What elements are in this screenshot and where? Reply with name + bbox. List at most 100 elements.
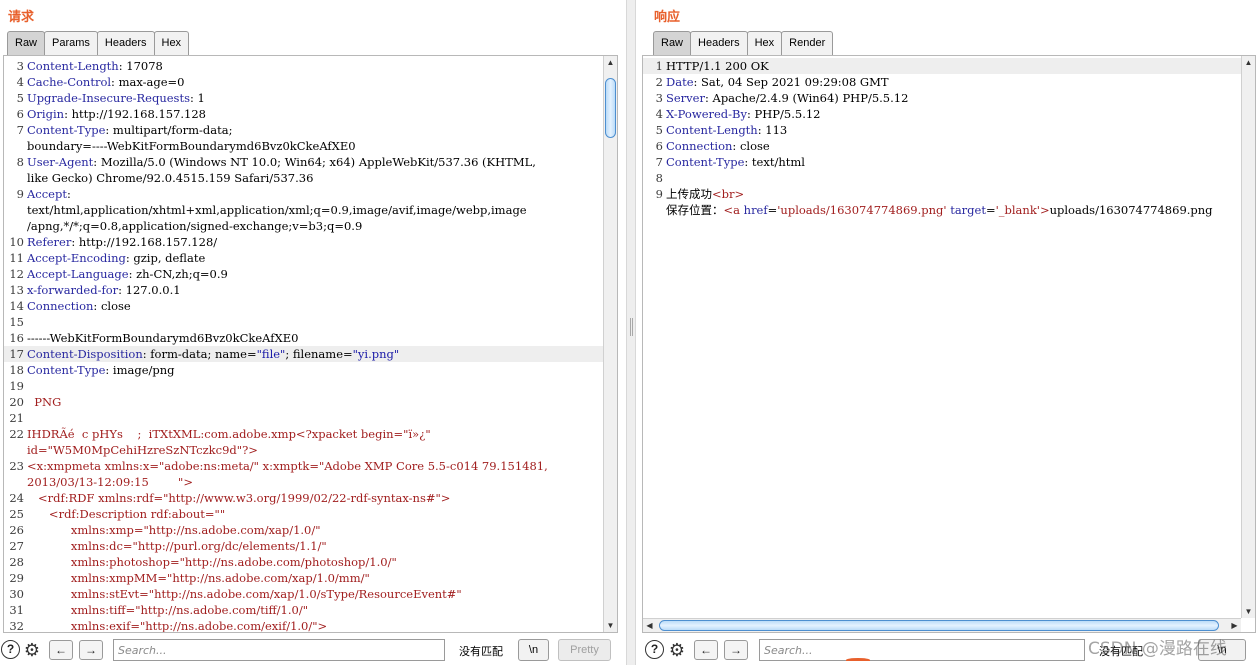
response-tab-raw[interactable]: Raw: [653, 31, 692, 55]
request-line[interactable]: 3 Content-Length: 17078: [4, 58, 603, 74]
request-line[interactable]: 32 xmlns:exif="http://ns.adobe.com/exif/…: [4, 618, 603, 632]
line-content[interactable]: Content-Length: 113: [666, 122, 1241, 138]
response-line[interactable]: 保存位置：<a href='uploads/163074774869.png' …: [643, 202, 1241, 218]
request-line[interactable]: 30 xmlns:stEvt="http://ns.adobe.com/xap/…: [4, 586, 603, 602]
line-content[interactable]: xmlns:dc="http://purl.org/dc/elements/1.…: [27, 538, 603, 554]
arrow-right-icon[interactable]: →: [79, 640, 103, 660]
line-content[interactable]: [27, 410, 603, 426]
help-icon[interactable]: ?: [1, 640, 20, 659]
response-tab-render[interactable]: Render: [781, 31, 834, 55]
scroll-up-icon[interactable]: ▲: [604, 56, 617, 69]
line-content[interactable]: 保存位置：<a href='uploads/163074774869.png' …: [666, 202, 1241, 218]
line-content[interactable]: xmlns:exif="http://ns.adobe.com/exif/1.0…: [27, 618, 603, 632]
line-content[interactable]: ------WebKitFormBoundarymd6Bvz0kCkeAfXE0: [27, 330, 603, 346]
line-content[interactable]: <rdf:RDF xmlns:rdf="http://www.w3.org/19…: [27, 490, 603, 506]
request-line[interactable]: id="W5M0MpCehiHzreSzNTczkc9d"?>: [4, 442, 603, 458]
line-content[interactable]: Server: Apache/2.4.9 (Win64) PHP/5.5.12: [666, 90, 1241, 106]
request-line[interactable]: 25 <rdf:Description rdf:about="": [4, 506, 603, 522]
request-line[interactable]: 5 Upgrade-Insecure-Requests: 1: [4, 90, 603, 106]
pretty-button[interactable]: Pretty: [558, 639, 611, 661]
response-line[interactable]: 1 HTTP/1.1 200 OK: [643, 58, 1241, 74]
request-line[interactable]: 10 Referer: http://192.168.157.128/: [4, 234, 603, 250]
request-line[interactable]: 8 User-Agent: Mozilla/5.0 (Windows NT 10.…: [4, 154, 603, 170]
line-content[interactable]: Content-Type: text/html: [666, 154, 1241, 170]
line-content[interactable]: <rdf:Description rdf:about="": [27, 506, 603, 522]
line-content[interactable]: Accept:: [27, 186, 603, 202]
line-content[interactable]: [27, 314, 603, 330]
response-hscroll-thumb[interactable]: [659, 620, 1219, 631]
request-line[interactable]: 6 Origin: http://192.168.157.128: [4, 106, 603, 122]
request-line[interactable]: 22 IHDRÃé c pHYs ; iTXtXML:com.adobe.xmp<…: [4, 426, 603, 442]
request-tab-hex[interactable]: Hex: [153, 31, 190, 55]
scroll-up-icon[interactable]: ▲: [1242, 56, 1255, 69]
request-line[interactable]: 7 Content-Type: multipart/form-data;: [4, 122, 603, 138]
line-content[interactable]: xmlns:tiff="http://ns.adobe.com/tiff/1.0…: [27, 602, 603, 618]
scroll-left-icon[interactable]: ◀: [643, 619, 656, 632]
request-line[interactable]: 27 xmlns:dc="http://purl.org/dc/elements…: [4, 538, 603, 554]
request-line[interactable]: 13 x-forwarded-for: 127.0.0.1: [4, 282, 603, 298]
request-line[interactable]: 18 Content-Type: image/png: [4, 362, 603, 378]
response-tab-hex[interactable]: Hex: [746, 31, 783, 55]
line-content[interactable]: Cache-Control: max-age=0: [27, 74, 603, 90]
request-line[interactable]: text/html,application/xhtml+xml,applicat…: [4, 202, 603, 218]
line-content[interactable]: /apng,*/*;q=0.8,application/signed-excha…: [27, 218, 603, 234]
response-line[interactable]: 5 Content-Length: 113: [643, 122, 1241, 138]
scroll-right-icon[interactable]: ▶: [1228, 619, 1241, 632]
pane-splitter[interactable]: [626, 0, 636, 665]
request-line[interactable]: boundary=----WebKitFormBoundarymd6Bvz0kC…: [4, 138, 603, 154]
line-content[interactable]: Connection: close: [27, 298, 603, 314]
response-line[interactable]: 2 Date: Sat, 04 Sep 2021 09:29:08 GMT: [643, 74, 1241, 90]
response-search-input[interactable]: [759, 639, 1085, 661]
line-content[interactable]: Content-Disposition: form-data; name="fi…: [27, 346, 603, 362]
request-line[interactable]: 19: [4, 378, 603, 394]
response-editor[interactable]: 1 HTTP/1.1 200 OK 2 Date: Sat, 04 Sep 2021 …: [642, 55, 1256, 633]
request-line[interactable]: 23 <x:xmpmeta xmlns:x="adobe:ns:meta/" x:…: [4, 458, 603, 474]
scroll-down-icon[interactable]: ▼: [1242, 605, 1255, 618]
request-line[interactable]: 31 xmlns:tiff="http://ns.adobe.com/tiff/…: [4, 602, 603, 618]
response-vertical-scrollbar[interactable]: ▲ ▼: [1241, 56, 1255, 618]
arrow-right-icon[interactable]: →: [724, 640, 748, 660]
line-content[interactable]: Date: Sat, 04 Sep 2021 09:29:08 GMT: [666, 74, 1241, 90]
request-line[interactable]: 14 Connection: close: [4, 298, 603, 314]
line-content[interactable]: User-Agent: Mozilla/5.0 (Windows NT 10.0…: [27, 154, 603, 170]
line-content[interactable]: Upgrade-Insecure-Requests: 1: [27, 90, 603, 106]
line-content[interactable]: like Gecko) Chrome/92.0.4515.159 Safari/…: [27, 170, 603, 186]
line-content[interactable]: [666, 170, 1241, 186]
help-icon[interactable]: ?: [645, 640, 664, 659]
line-content[interactable]: IHDRÃé c pHYs ; iTXtXML:com.adobe.xmp<?x…: [27, 426, 603, 442]
response-tab-headers[interactable]: Headers: [690, 31, 748, 55]
request-line[interactable]: 11 Accept-Encoding: gzip, deflate: [4, 250, 603, 266]
gear-icon[interactable]: ⚙: [667, 640, 687, 660]
response-text-lines[interactable]: 1 HTTP/1.1 200 OK 2 Date: Sat, 04 Sep 2021 …: [643, 58, 1241, 218]
request-line[interactable]: like Gecko) Chrome/92.0.4515.159 Safari/…: [4, 170, 603, 186]
line-content[interactable]: Referer: http://192.168.157.128/: [27, 234, 603, 250]
arrow-left-icon[interactable]: ←: [49, 640, 73, 660]
newline-toggle-button[interactable]: \n: [1198, 639, 1246, 661]
request-line[interactable]: 17 Content-Disposition: form-data; name="…: [4, 346, 603, 362]
request-line[interactable]: 20 PNG: [4, 394, 603, 410]
request-editor[interactable]: 3 Content-Length: 17078 4 Cache-Control: ma…: [3, 55, 618, 633]
line-content[interactable]: Accept-Encoding: gzip, deflate: [27, 250, 603, 266]
line-content[interactable]: xmlns:xmpMM="http://ns.adobe.com/xap/1.0…: [27, 570, 603, 586]
request-line[interactable]: 21: [4, 410, 603, 426]
response-horizontal-scrollbar[interactable]: ◀ ▶: [643, 618, 1241, 632]
request-line[interactable]: 15: [4, 314, 603, 330]
line-content[interactable]: 上传成功<br>: [666, 186, 1241, 202]
request-line[interactable]: 29 xmlns:xmpMM="http://ns.adobe.com/xap/…: [4, 570, 603, 586]
line-content[interactable]: 2013/03/13-12:09:15 ">: [27, 474, 603, 490]
request-tab-params[interactable]: Params: [44, 31, 98, 55]
line-content[interactable]: <x:xmpmeta xmlns:x="adobe:ns:meta/" x:xm…: [27, 458, 603, 474]
request-line[interactable]: /apng,*/*;q=0.8,application/signed-excha…: [4, 218, 603, 234]
line-content[interactable]: Content-Type: image/png: [27, 362, 603, 378]
line-content[interactable]: Content-Type: multipart/form-data;: [27, 122, 603, 138]
gear-icon[interactable]: ⚙: [22, 640, 42, 660]
response-line[interactable]: 4 X-Powered-By: PHP/5.5.12: [643, 106, 1241, 122]
request-line[interactable]: 26 xmlns:xmp="http://ns.adobe.com/xap/1.…: [4, 522, 603, 538]
line-content[interactable]: xmlns:stEvt="http://ns.adobe.com/xap/1.0…: [27, 586, 603, 602]
request-tab-headers[interactable]: Headers: [96, 31, 155, 55]
request-line[interactable]: 9 Accept:: [4, 186, 603, 202]
request-line[interactable]: 28 xmlns:photoshop="http://ns.adobe.com/…: [4, 554, 603, 570]
response-line[interactable]: 6 Connection: close: [643, 138, 1241, 154]
response-line[interactable]: 7 Content-Type: text/html: [643, 154, 1241, 170]
line-content[interactable]: text/html,application/xhtml+xml,applicat…: [27, 202, 603, 218]
